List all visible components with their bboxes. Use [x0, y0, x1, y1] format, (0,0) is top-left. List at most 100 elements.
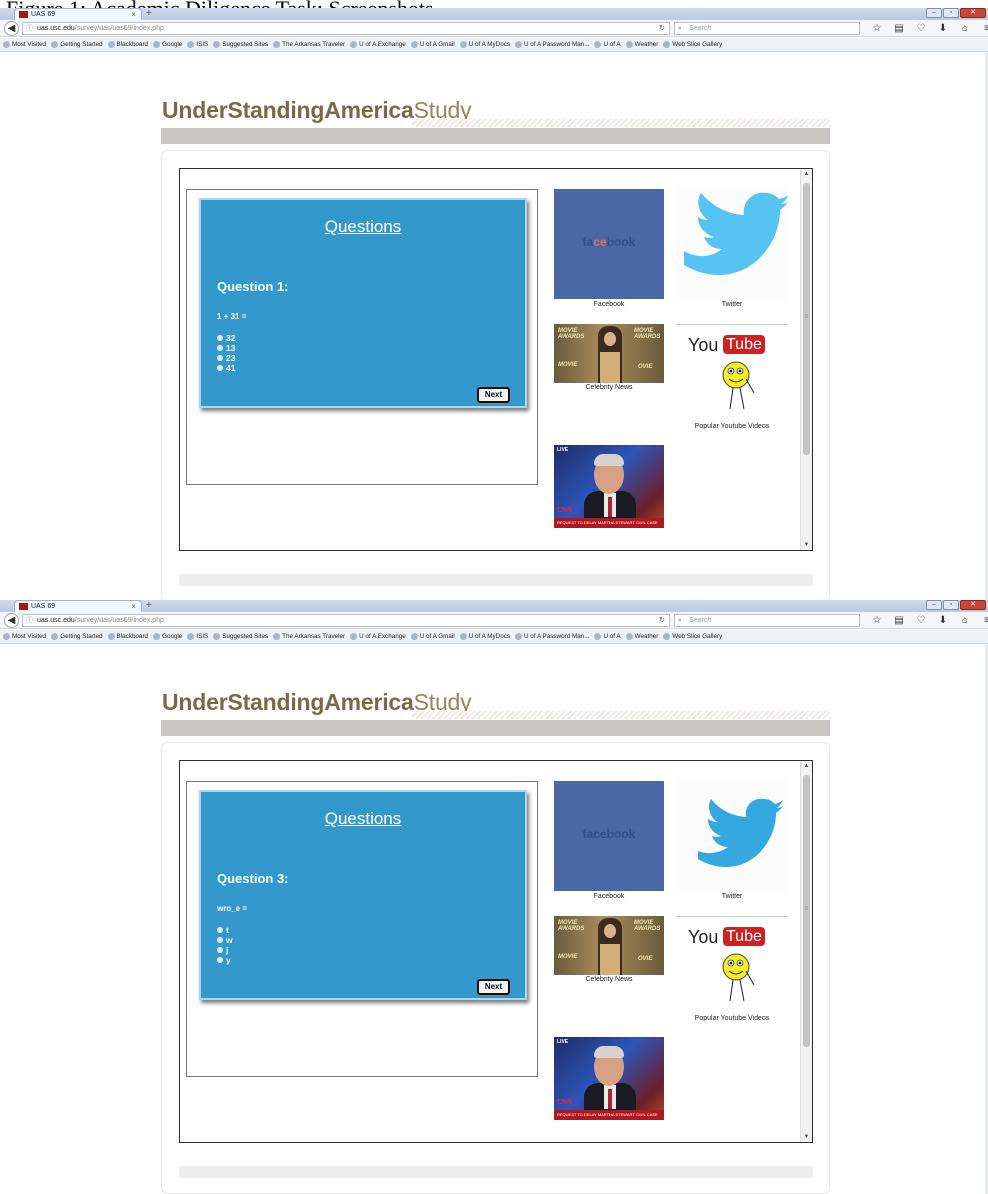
- celebrity-thumbnail[interactable]: MOVIE AWARDS MOVIE AWARDS MOVIE OVIE: [554, 324, 664, 383]
- pocket-icon[interactable]: ♡: [910, 614, 932, 627]
- tab-close-icon[interactable]: ×: [131, 9, 136, 20]
- reading-list-icon[interactable]: ▤: [888, 22, 910, 35]
- bookmark-item[interactable]: U of A: [594, 41, 621, 48]
- reload-icon[interactable]: ↻: [659, 615, 665, 626]
- browser-tab[interactable]: UAS 69 ×: [14, 8, 142, 20]
- youtube-thumbnail[interactable]: You Tube: [676, 916, 788, 1012]
- bookmark-item[interactable]: U of A MyDocs: [459, 633, 510, 640]
- window-close-icon[interactable]: ✕: [960, 8, 986, 18]
- radio-button[interactable]: [217, 927, 223, 933]
- minimize-icon[interactable]: –: [926, 600, 942, 610]
- new-tab-button[interactable]: +: [146, 600, 152, 611]
- answer-option[interactable]: 41: [217, 363, 235, 373]
- home-icon[interactable]: ⌂: [954, 22, 976, 35]
- bookmark-item[interactable]: U of A Gmail: [410, 633, 455, 640]
- next-button[interactable]: Next: [477, 387, 510, 403]
- minimize-icon[interactable]: –: [926, 8, 942, 18]
- address-bar[interactable]: ⓘ uas.usc.edu/survey/uas/uas69/index.php…: [22, 614, 670, 627]
- bookmark-item[interactable]: U of A Password Man...: [515, 633, 589, 640]
- bookmark-item[interactable]: Most Visited: [3, 633, 46, 640]
- info-icon[interactable]: ⓘ: [26, 23, 33, 34]
- bookmark-item[interactable]: U of A Password Man...: [515, 41, 589, 48]
- bookmark-item[interactable]: Getting Started: [51, 633, 103, 640]
- bookmark-item[interactable]: Getting Started: [51, 41, 103, 48]
- answer-option[interactable]: 23: [217, 353, 235, 363]
- youtube-tile[interactable]: You Tube Popular Youtube Videos: [676, 324, 788, 436]
- bookmark-item[interactable]: Weather: [625, 41, 658, 48]
- bookmark-item[interactable]: U of A: [594, 633, 621, 640]
- twitter-tile[interactable]: Twitter: [676, 189, 788, 313]
- bookmark-item[interactable]: Blackboard: [107, 41, 148, 48]
- search-input[interactable]: ⌕ Search: [674, 22, 860, 35]
- bookmark-item[interactable]: Google: [153, 41, 182, 48]
- news-video-thumbnail[interactable]: LIVE CNN REQUEST TO DELAY MARTHA STEWART…: [554, 445, 664, 528]
- twitter-thumbnail[interactable]: [676, 189, 788, 299]
- bookmark-star-icon[interactable]: ☆: [866, 614, 888, 627]
- frame-scrollbar[interactable]: ▲ ≡ ▼: [800, 169, 812, 550]
- maximize-icon[interactable]: ▫: [943, 600, 959, 610]
- home-icon[interactable]: ⌂: [954, 614, 976, 627]
- answer-option[interactable]: w: [217, 935, 233, 945]
- new-tab-button[interactable]: +: [146, 8, 152, 19]
- facebook-thumbnail[interactable]: facebook: [554, 781, 664, 891]
- back-arrow-icon[interactable]: ◀: [4, 613, 19, 628]
- scroll-up-icon[interactable]: ▲: [801, 169, 812, 179]
- bookmark-item[interactable]: Suggested Sites: [213, 41, 268, 48]
- twitter-thumbnail[interactable]: [676, 781, 788, 891]
- celebrity-thumbnail[interactable]: MOVIE AWARDS MOVIE AWARDS MOVIE OVIE: [554, 916, 664, 975]
- maximize-icon[interactable]: ▫: [943, 8, 959, 18]
- download-icon[interactable]: ⬇: [932, 614, 954, 627]
- scroll-up-icon[interactable]: ▲: [801, 761, 812, 771]
- bookmark-item[interactable]: Blackboard: [107, 633, 148, 640]
- radio-button[interactable]: [217, 335, 223, 341]
- menu-icon[interactable]: ≡: [976, 22, 988, 35]
- celebrity-news-tile[interactable]: MOVIE AWARDS MOVIE AWARDS MOVIE OVIE Celeb…: [554, 916, 664, 996]
- answer-option[interactable]: t: [217, 925, 233, 935]
- address-bar[interactable]: ⓘ uas.usc.edu/survey/uas/uas69/index.php…: [22, 22, 670, 35]
- twitter-tile[interactable]: Twitter: [676, 781, 788, 905]
- bookmark-item[interactable]: U of A Exchange: [350, 633, 406, 640]
- download-icon[interactable]: ⬇: [932, 22, 954, 35]
- frame-scrollbar[interactable]: ▲ ≡ ▼: [800, 761, 812, 1142]
- answer-option[interactable]: j: [217, 945, 233, 955]
- next-button[interactable]: Next: [477, 979, 510, 995]
- radio-button[interactable]: [217, 957, 223, 963]
- facebook-tile[interactable]: facebook Facebook: [554, 781, 664, 905]
- reading-list-icon[interactable]: ▤: [888, 614, 910, 627]
- bookmark-item[interactable]: U of A Gmail: [410, 41, 455, 48]
- answer-option[interactable]: 32: [217, 333, 235, 343]
- back-arrow-icon[interactable]: ◀: [4, 21, 19, 36]
- celebrity-news-tile[interactable]: MOVIE AWARDS MOVIE AWARDS MOVIE OVIE Celeb…: [554, 324, 664, 404]
- bookmark-item[interactable]: ISIS: [187, 41, 208, 48]
- bookmark-item[interactable]: The Arkansas Traveler: [273, 41, 345, 48]
- answer-option[interactable]: y: [217, 955, 233, 965]
- scroll-down-icon[interactable]: ▼: [801, 1132, 812, 1142]
- menu-icon[interactable]: ≡: [976, 614, 988, 627]
- radio-button[interactable]: [217, 355, 223, 361]
- bookmark-item[interactable]: Web Slice Gallery: [663, 633, 722, 640]
- bookmark-item[interactable]: Web Slice Gallery: [663, 41, 722, 48]
- youtube-tile[interactable]: You Tube Popular Youtube Videos: [676, 916, 788, 1028]
- news-video-tile[interactable]: LIVE CNN REQUEST TO DELAY MARTHA STEWART…: [554, 1037, 664, 1120]
- bookmark-item[interactable]: Suggested Sites: [213, 633, 268, 640]
- info-icon[interactable]: ⓘ: [26, 615, 33, 626]
- radio-button[interactable]: [217, 345, 223, 351]
- answer-option[interactable]: 13: [217, 343, 235, 353]
- bookmark-item[interactable]: U of A MyDocs: [459, 41, 510, 48]
- reload-icon[interactable]: ↻: [659, 23, 665, 34]
- bookmark-item[interactable]: ISIS: [187, 633, 208, 640]
- window-close-icon[interactable]: ✕: [960, 600, 986, 610]
- bookmark-item[interactable]: U of A Exchange: [350, 41, 406, 48]
- pocket-icon[interactable]: ♡: [910, 22, 932, 35]
- radio-button[interactable]: [217, 937, 223, 943]
- scroll-down-icon[interactable]: ▼: [801, 540, 812, 550]
- facebook-thumbnail[interactable]: facebook: [554, 189, 664, 299]
- bookmark-item[interactable]: Most Visited: [3, 41, 46, 48]
- search-input[interactable]: ⌕ Search: [674, 614, 860, 627]
- news-video-tile[interactable]: LIVE CNN REQUEST TO DELAY MARTHA STEWART…: [554, 445, 664, 528]
- radio-button[interactable]: [217, 947, 223, 953]
- bookmark-item[interactable]: Weather: [625, 633, 658, 640]
- news-video-thumbnail[interactable]: LIVE CNN REQUEST TO DELAY MARTHA STEWART…: [554, 1037, 664, 1120]
- bookmark-item[interactable]: The Arkansas Traveler: [273, 633, 345, 640]
- radio-button[interactable]: [217, 365, 223, 371]
